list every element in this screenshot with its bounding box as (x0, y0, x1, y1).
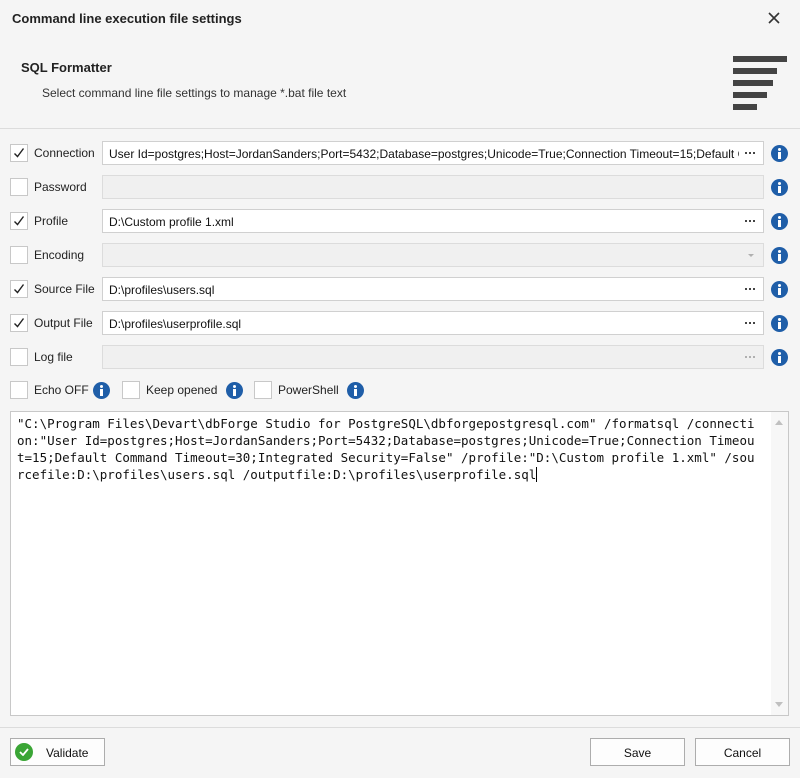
title-bar: Command line execution file settings (0, 0, 800, 36)
checkmark-icon (14, 318, 25, 328)
powershell-checkbox[interactable] (254, 381, 272, 399)
echo-off-checkbox[interactable] (10, 381, 28, 399)
source-file-value: D:\profiles\users.sql (109, 283, 215, 297)
validate-label: Validate (46, 746, 89, 760)
echo-off-info-icon[interactable] (93, 382, 110, 399)
password-row: Password (0, 175, 800, 199)
profile-checkbox[interactable] (10, 212, 28, 230)
log-file-field[interactable] (102, 345, 764, 369)
scroll-down-icon[interactable] (775, 702, 783, 707)
save-label: Save (623, 746, 652, 760)
ellipsis-icon (745, 152, 747, 154)
validate-check-icon (15, 743, 33, 761)
encoding-dropdown-button[interactable] (743, 246, 759, 264)
save-button[interactable]: Save (590, 738, 685, 766)
dialog-header: SQL Formatter Select command line file s… (0, 36, 800, 128)
command-text-content: "C:\Program Files\Devart\dbForge Studio … (17, 415, 762, 483)
echo-off-label: Echo OFF (34, 383, 89, 397)
profile-value: D:\Custom profile 1.xml (109, 215, 234, 229)
checkmark-icon (14, 148, 25, 158)
cancel-button[interactable]: Cancel (695, 738, 790, 766)
log-file-info-icon[interactable] (771, 349, 788, 366)
output-file-row: Output File D:\profiles\userprofile.sql (0, 311, 800, 335)
validate-button[interactable]: Validate (10, 738, 105, 766)
profile-row: Profile D:\Custom profile 1.xml (0, 209, 800, 233)
source-file-browse-button[interactable] (741, 280, 761, 298)
source-file-field[interactable]: D:\profiles\users.sql (102, 277, 764, 301)
encoding-checkbox[interactable] (10, 246, 28, 264)
connection-checkbox[interactable] (10, 144, 28, 162)
section-description: Select command line file settings to man… (42, 86, 347, 100)
encoding-info-icon[interactable] (771, 247, 788, 264)
connection-browse-button[interactable] (741, 144, 761, 162)
output-file-info-icon[interactable] (771, 315, 788, 332)
checkmark-icon (14, 284, 25, 294)
connection-label: Connection (34, 146, 95, 160)
connection-field[interactable]: User Id=postgres;Host=JordanSanders;Port… (102, 141, 764, 165)
command-text: "C:\Program Files\Devart\dbForge Studio … (17, 416, 755, 482)
vertical-scrollbar[interactable] (771, 412, 788, 715)
output-file-field[interactable]: D:\profiles\userprofile.sql (102, 311, 764, 335)
log-file-label: Log file (34, 350, 73, 364)
connection-row: Connection User Id=postgres;Host=JordanS… (0, 141, 800, 165)
output-file-value: D:\profiles\userprofile.sql (109, 317, 242, 331)
dialog-footer: Validate Save Cancel (0, 727, 800, 778)
log-file-checkbox[interactable] (10, 348, 28, 366)
cancel-label: Cancel (723, 746, 762, 760)
profile-browse-button[interactable] (741, 212, 761, 230)
connection-value: User Id=postgres;Host=JordanSanders;Port… (109, 147, 739, 161)
text-caret (536, 467, 538, 482)
section-title: SQL Formatter (21, 60, 112, 75)
connection-info-icon[interactable] (771, 145, 788, 162)
log-file-browse-button[interactable] (741, 348, 761, 366)
source-file-label: Source File (34, 282, 95, 296)
keep-opened-info-icon[interactable] (226, 382, 243, 399)
encoding-select[interactable] (102, 243, 764, 267)
password-label: Password (34, 180, 87, 194)
header-divider (0, 128, 800, 129)
password-checkbox[interactable] (10, 178, 28, 196)
password-field[interactable] (102, 175, 764, 199)
chevron-down-icon (748, 254, 754, 257)
profile-info-icon[interactable] (771, 213, 788, 230)
encoding-label: Encoding (34, 248, 85, 262)
scroll-up-icon[interactable] (775, 420, 783, 425)
ellipsis-icon (745, 356, 747, 358)
output-file-browse-button[interactable] (741, 314, 761, 332)
keep-opened-label: Keep opened (146, 383, 218, 397)
window-title: Command line execution file settings (12, 11, 242, 26)
close-button[interactable] (762, 6, 786, 30)
powershell-label: PowerShell (278, 383, 339, 397)
output-file-label: Output File (34, 316, 93, 330)
powershell-info-icon[interactable] (347, 382, 364, 399)
checkmark-icon (14, 216, 25, 226)
close-icon (768, 12, 780, 24)
sql-formatter-icon (733, 56, 787, 110)
ellipsis-icon (745, 288, 747, 290)
profile-label: Profile (34, 214, 69, 228)
password-info-icon[interactable] (771, 179, 788, 196)
encoding-row: Encoding (0, 243, 800, 267)
profile-field[interactable]: D:\Custom profile 1.xml (102, 209, 764, 233)
source-file-info-icon[interactable] (771, 281, 788, 298)
log-file-row: Log file (0, 345, 800, 369)
keep-opened-checkbox[interactable] (122, 381, 140, 399)
ellipsis-icon (745, 220, 747, 222)
source-file-row: Source File D:\profiles\users.sql (0, 277, 800, 301)
output-file-checkbox[interactable] (10, 314, 28, 332)
source-file-checkbox[interactable] (10, 280, 28, 298)
ellipsis-icon (745, 322, 747, 324)
command-text-area[interactable]: "C:\Program Files\Devart\dbForge Studio … (10, 411, 789, 716)
